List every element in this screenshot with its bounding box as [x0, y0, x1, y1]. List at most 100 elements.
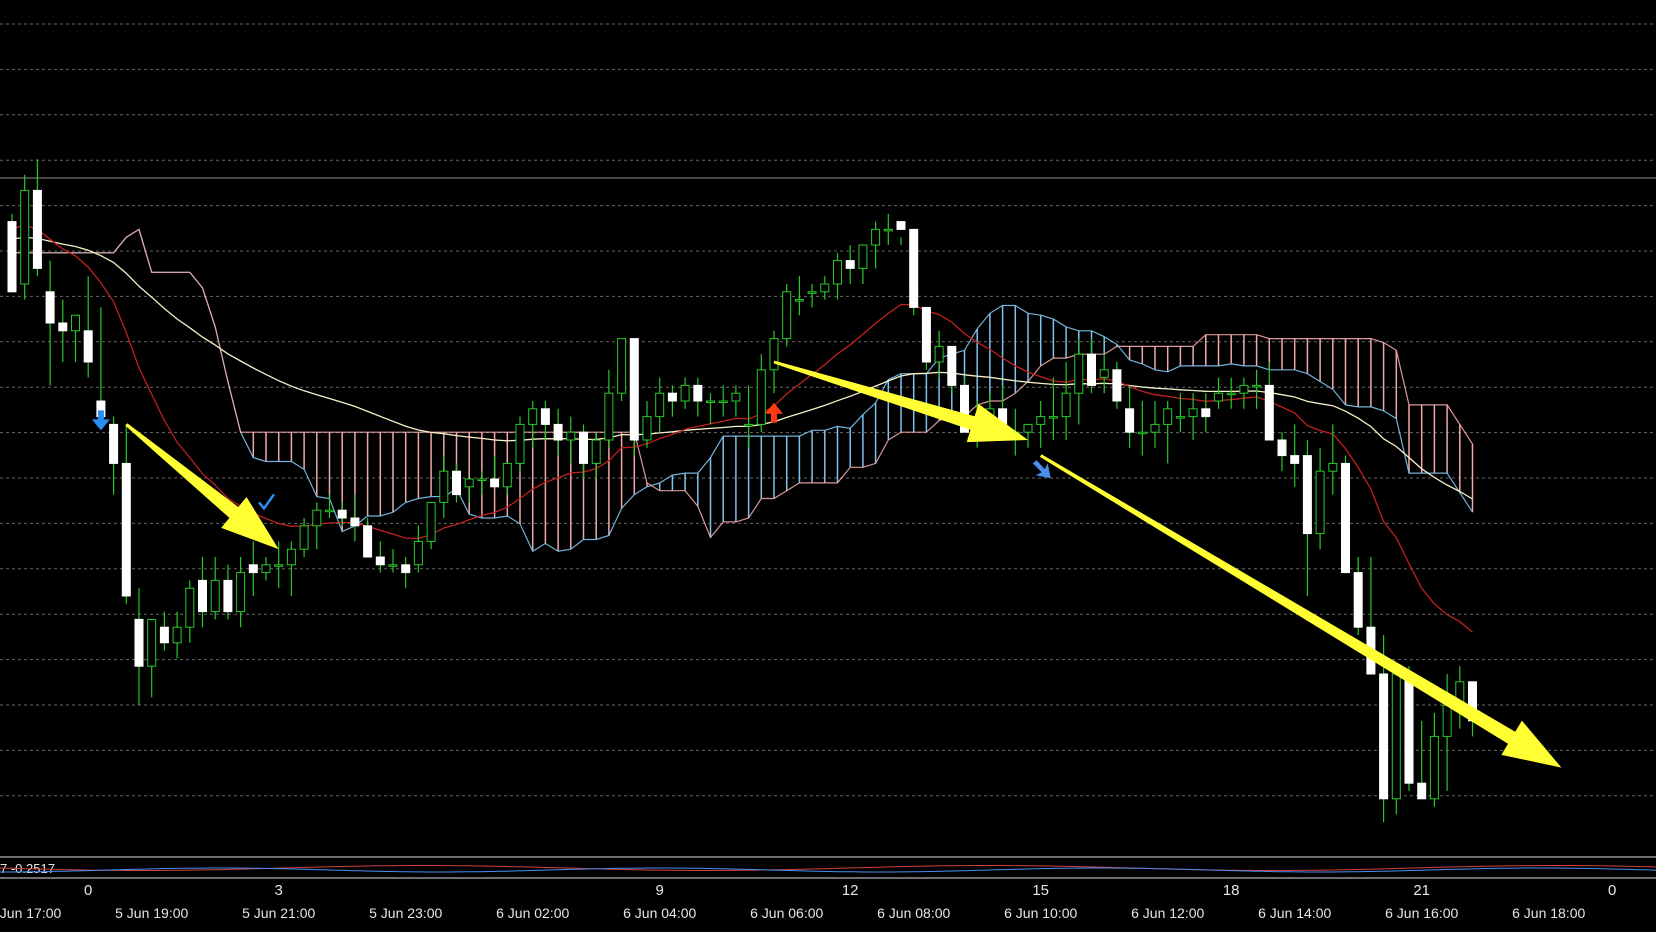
candle-body-bull — [413, 540, 423, 566]
candle-body-bull — [883, 228, 893, 232]
candle — [1125, 385, 1135, 448]
candle — [1150, 401, 1160, 448]
candle — [947, 345, 957, 394]
candle-body-bull — [185, 587, 195, 628]
check-signal-mark — [258, 493, 276, 511]
candle — [1137, 401, 1147, 456]
candle-body-bull — [528, 408, 538, 425]
candle — [528, 401, 538, 448]
candle-body-bull — [312, 509, 322, 527]
time-axis: 0 3 9 12 15 18 21 0 5 Jun 17:00 5 Jun 19:00 5 Jun … — [0, 882, 1616, 921]
candle-body-bull — [210, 579, 220, 613]
time-axis-label: 5 Jun 23:00 — [369, 905, 442, 921]
candle-body-bull — [718, 400, 728, 403]
candle — [236, 557, 246, 628]
candle — [1328, 424, 1338, 495]
candle-body-bear — [1379, 673, 1389, 800]
candle-body-bull — [464, 478, 474, 488]
candle — [172, 611, 182, 659]
candle-body-bull — [515, 423, 525, 464]
candle-body-bull — [871, 228, 881, 246]
candle-body-bear — [1264, 384, 1274, 441]
candle-body-bull — [617, 338, 627, 394]
candle-body-bear — [667, 392, 677, 402]
candle-body-bear — [1112, 369, 1122, 402]
candle — [1112, 362, 1122, 409]
moving-averages — [11, 224, 1473, 633]
candle-body-bull — [147, 618, 157, 667]
time-axis-label: 5 Jun 21:00 — [242, 905, 315, 921]
candle — [439, 455, 449, 518]
candle-body-bear — [921, 306, 931, 363]
candle-body-bear — [337, 509, 347, 519]
candle — [401, 557, 411, 589]
candle-body-bear — [1087, 353, 1096, 386]
candle-body-bear — [1277, 439, 1287, 457]
candle — [1036, 401, 1046, 448]
candle-body-bull — [934, 345, 944, 363]
candle — [1290, 424, 1300, 487]
candle — [210, 557, 220, 620]
candle — [756, 354, 766, 433]
candle-body-bull — [794, 299, 804, 302]
candle — [1226, 377, 1236, 409]
candle-body-bull — [591, 439, 601, 464]
candle — [629, 338, 639, 456]
time-axis-label: 6 Jun 08:00 — [877, 905, 950, 921]
candle-body-bull — [769, 338, 779, 371]
hour-tick-label: 21 — [1413, 882, 1430, 899]
candle — [32, 159, 42, 277]
candle-body-bull — [1226, 392, 1236, 396]
indicator-pane: 7 -0.2517 — [0, 856, 1656, 879]
time-axis-label: 6 Jun 16:00 — [1385, 905, 1458, 921]
candle-body-bull — [299, 525, 309, 550]
candle — [147, 618, 157, 698]
candle-body-bull — [807, 291, 817, 294]
hour-tick-label: 12 — [842, 882, 859, 899]
candle-body-bull — [236, 572, 246, 613]
candle — [515, 416, 525, 472]
candle — [934, 330, 944, 378]
candle-body-bull — [502, 462, 512, 488]
candle — [71, 314, 80, 362]
candle — [223, 564, 233, 620]
candle-body-bull — [1163, 408, 1173, 425]
candle-body-bull — [477, 478, 487, 481]
time-axis-label: 5 Jun 19:00 — [115, 905, 188, 921]
candle — [1061, 362, 1071, 440]
candle-body-bull — [782, 291, 792, 340]
candle — [807, 284, 817, 308]
candle — [1455, 666, 1465, 729]
time-axis-label: 6 Jun 04:00 — [623, 905, 696, 921]
candle — [1404, 666, 1414, 791]
candle-body-bear — [32, 189, 42, 269]
candle-body-bear — [223, 579, 233, 613]
candle — [477, 471, 487, 495]
candle-body-bear — [1353, 572, 1363, 628]
candle — [452, 463, 461, 503]
ma-slow-line — [11, 236, 1473, 500]
candle — [248, 541, 258, 596]
time-axis-label: 6 Jun 02:00 — [496, 905, 569, 921]
candle — [1023, 423, 1033, 448]
candle — [502, 462, 512, 495]
candle — [1239, 377, 1249, 409]
candle — [83, 276, 93, 378]
candle — [794, 276, 804, 316]
candle-body-bull — [172, 626, 182, 644]
candle-body-bear — [896, 221, 906, 230]
candle — [642, 401, 652, 448]
candle-body-bear — [83, 330, 93, 363]
candle-body-bull — [1061, 392, 1071, 418]
candle-body-bear — [1302, 455, 1312, 535]
candle — [1264, 362, 1274, 441]
candle-body-bear — [363, 525, 373, 558]
candle-body-bull — [388, 564, 398, 567]
candle-body-bull — [325, 509, 334, 513]
candle — [1315, 447, 1325, 550]
time-axis-label: 6 Jun 10:00 — [1004, 905, 1077, 921]
candle-body-bull — [1214, 392, 1223, 402]
candle — [909, 228, 919, 316]
time-axis-label: 6 Jun 12:00 — [1131, 905, 1204, 921]
candle — [1341, 455, 1350, 574]
